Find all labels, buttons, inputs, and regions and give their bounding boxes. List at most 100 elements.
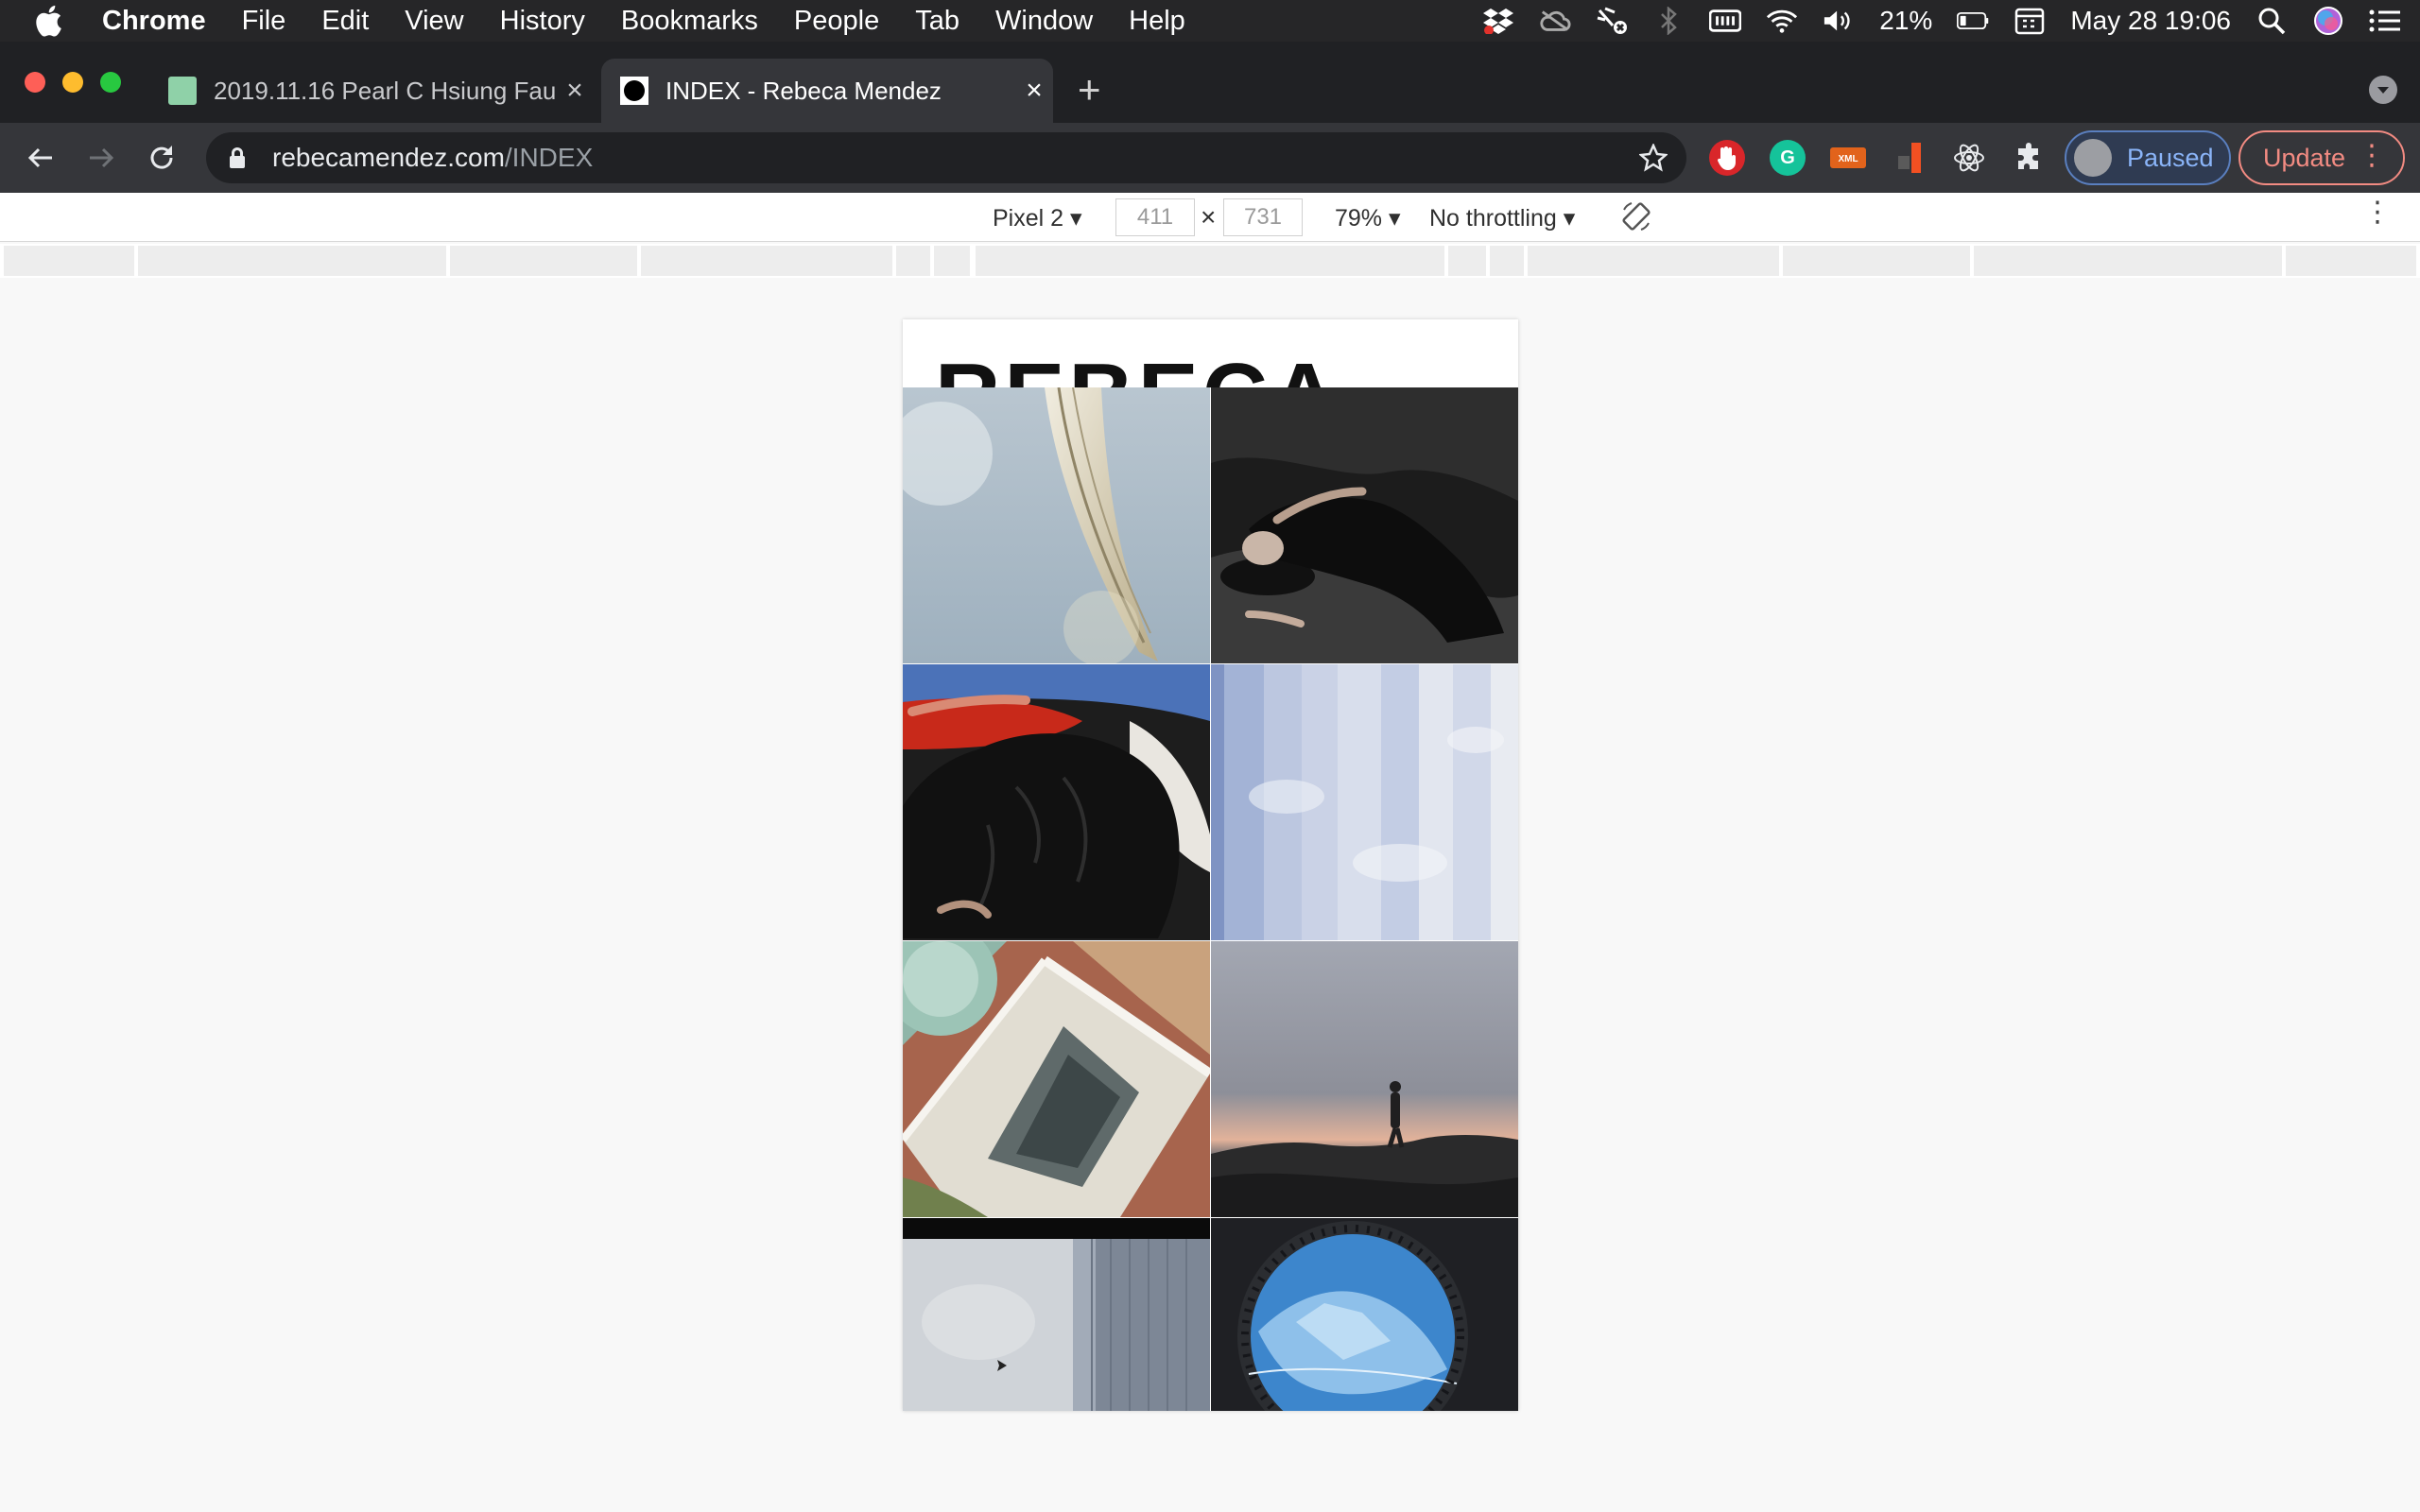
- tile-sunset-silhouette[interactable]: [1211, 941, 1518, 1217]
- tab-index-rebeca-mendez[interactable]: INDEX - Rebeca Mendez ×: [601, 59, 1053, 123]
- menu-app-name[interactable]: Chrome: [102, 6, 206, 37]
- update-chrome-button[interactable]: Update ⋮: [2238, 130, 2405, 185]
- reload-button[interactable]: [140, 136, 183, 180]
- media-query-bar[interactable]: [1783, 246, 1970, 276]
- tab-favicon-icon: [620, 77, 648, 105]
- device-emulation-toolbar: Pixel 2 ▾ 411 × 731 79% ▾ No throttling …: [0, 193, 2420, 242]
- paused-label: Paused: [2127, 143, 2214, 172]
- battery-percent: 21%: [1879, 6, 1933, 35]
- media-query-bar[interactable]: [2286, 246, 2416, 276]
- url-host: rebecamendez.com: [272, 143, 505, 172]
- adblock-icon[interactable]: [1709, 140, 1745, 176]
- avatar: [2074, 139, 2112, 177]
- window-zoom-button[interactable]: [100, 72, 121, 93]
- media-query-bar[interactable]: [1490, 246, 1524, 276]
- keyboard-icon[interactable]: [1709, 7, 1742, 35]
- cloud-icon[interactable]: [1539, 7, 1571, 35]
- media-query-bar[interactable]: [896, 246, 930, 276]
- siri-icon[interactable]: [2312, 7, 2344, 35]
- image-grid: [903, 387, 1518, 1411]
- device-width-input[interactable]: 411: [1115, 198, 1195, 236]
- extensions-puzzle-icon[interactable]: [2012, 140, 2048, 176]
- zoom-value: 79%: [1335, 205, 1383, 232]
- wifi-icon[interactable]: [1766, 7, 1798, 35]
- tab-favicon-icon: [168, 77, 197, 105]
- address-bar[interactable]: rebecamendez.com/INDEX: [206, 132, 1686, 183]
- ocean-horizon-image: [903, 1218, 1210, 1411]
- spotlight-search-icon[interactable]: [2256, 7, 2288, 35]
- media-query-bar[interactable]: [138, 246, 446, 276]
- throttling-value: No throttling: [1429, 205, 1557, 232]
- tile-sky-strips[interactable]: [1211, 664, 1518, 940]
- menu-window[interactable]: Window: [995, 6, 1093, 37]
- porthole-ice-image: [1211, 1218, 1518, 1411]
- menu-history[interactable]: History: [500, 6, 585, 37]
- react-icon[interactable]: [1951, 140, 1987, 176]
- media-query-bar[interactable]: [1528, 246, 1779, 276]
- tile-red-cloth-hair[interactable]: [903, 664, 1210, 940]
- menu-tab[interactable]: Tab: [915, 6, 959, 37]
- forward-button[interactable]: [79, 136, 123, 180]
- no-signal-icon[interactable]: [1596, 7, 1628, 35]
- menu-edit[interactable]: Edit: [321, 6, 369, 37]
- browser-tab-strip: 2019.11.16 Pearl C Hsiung Fault × INDEX …: [0, 42, 2420, 123]
- media-query-bar[interactable]: [976, 246, 1444, 276]
- media-query-bar[interactable]: [450, 246, 637, 276]
- macos-menu-bar: Chrome File Edit View History Bookmarks …: [0, 0, 2420, 42]
- tile-architecture-dome[interactable]: [903, 941, 1210, 1217]
- architecture-dome-image: [903, 941, 1210, 1217]
- tab-search-button[interactable]: [2369, 76, 2397, 104]
- devbar-more-icon[interactable]: ⋮: [2363, 198, 2392, 227]
- tile-feather-wing[interactable]: [903, 387, 1210, 663]
- lock-icon[interactable]: [229, 146, 251, 169]
- tab-title: 2019.11.16 Pearl C Hsiung Fault: [214, 76, 556, 105]
- browser-toolbar: rebecamendez.com/INDEX G XML Paused Upda…: [0, 123, 2420, 193]
- kebab-menu-icon[interactable]: ⋮: [2358, 142, 2386, 170]
- volume-icon[interactable]: [1823, 7, 1855, 35]
- rotate-icon[interactable]: [1620, 200, 1652, 239]
- tab-close-icon[interactable]: ×: [1015, 75, 1053, 107]
- device-select[interactable]: Pixel 2 ▾: [993, 204, 1082, 232]
- site-brand-title[interactable]: REBECA: [935, 344, 1340, 387]
- menu-view[interactable]: View: [405, 6, 463, 37]
- menu-bookmarks[interactable]: Bookmarks: [621, 6, 758, 37]
- menu-people[interactable]: People: [794, 6, 879, 37]
- device-viewport: REBECA: [903, 319, 1518, 1411]
- red-cloth-hair-image: [903, 664, 1210, 940]
- tab-pearl-hsiung[interactable]: 2019.11.16 Pearl C Hsiung Fault ×: [149, 59, 594, 123]
- device-height-input[interactable]: 731: [1223, 198, 1303, 236]
- bookmark-star-icon[interactable]: [1635, 140, 1671, 176]
- media-query-bar[interactable]: [934, 246, 970, 276]
- menu-file[interactable]: File: [242, 6, 286, 37]
- tab-title: INDEX - Rebeca Mendez: [666, 76, 942, 105]
- dev-icon[interactable]: [1891, 140, 1927, 176]
- tab-close-icon[interactable]: ×: [556, 75, 594, 107]
- tile-ocean-horizon[interactable]: [903, 1218, 1210, 1411]
- back-button[interactable]: [19, 136, 62, 180]
- tile-porthole-ice[interactable]: [1211, 1218, 1518, 1411]
- calendar-icon[interactable]: [2014, 7, 2046, 35]
- throttling-select[interactable]: No throttling ▾: [1429, 204, 1575, 232]
- media-query-ruler: [0, 244, 2420, 278]
- window-minimize-button[interactable]: [62, 72, 83, 93]
- menu-help[interactable]: Help: [1129, 6, 1185, 37]
- zoom-select[interactable]: 79% ▾: [1335, 204, 1401, 232]
- bluetooth-icon[interactable]: [1652, 7, 1685, 35]
- dropbox-icon[interactable]: [1482, 7, 1514, 35]
- notification-center-icon[interactable]: [2369, 7, 2401, 35]
- tile-woman-on-rocks[interactable]: [1211, 387, 1518, 663]
- profile-paused-button[interactable]: Paused: [2065, 130, 2231, 185]
- menubar-datetime[interactable]: May 28 19:06: [2070, 6, 2231, 36]
- url-path: /INDEX: [504, 143, 594, 172]
- media-query-bar[interactable]: [1974, 246, 2282, 276]
- media-query-bar[interactable]: [641, 246, 892, 276]
- grammarly-icon[interactable]: G: [1770, 140, 1806, 176]
- new-tab-button[interactable]: +: [1078, 70, 1101, 110]
- apple-menu-icon[interactable]: [34, 5, 74, 37]
- media-query-bar[interactable]: [1448, 246, 1486, 276]
- battery-icon[interactable]: [1957, 7, 1989, 35]
- media-query-bar[interactable]: [4, 246, 134, 276]
- window-close-button[interactable]: [25, 72, 45, 93]
- xml-icon[interactable]: XML: [1830, 140, 1866, 176]
- feather-wing-image: [903, 387, 1210, 663]
